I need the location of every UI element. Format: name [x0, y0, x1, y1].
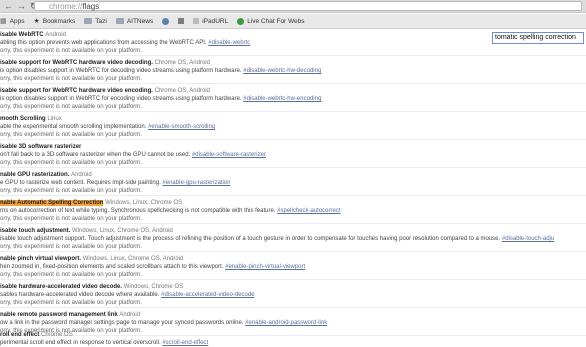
experiment-description: is option disables support in WebRTC for… — [0, 96, 322, 102]
back-arrow-icon[interactable]: ← — [4, 0, 13, 12]
experiment-title: nable pinch virtual viewport. Windows, L… — [0, 256, 184, 262]
experiment-item: isable support for WebRTC hardware video… — [0, 59, 586, 84]
experiment-link[interactable]: #scroll-end-effect — [162, 340, 208, 346]
experiment-item: nable pinch virtual viewport. Windows, L… — [0, 255, 586, 280]
experiment-unavailable: orry, this experiment is not available o… — [0, 132, 142, 138]
star-icon: ★ — [33, 18, 40, 25]
experiment-unavailable: orry, this experiment is not available o… — [0, 272, 142, 278]
experiment-link[interactable]: #enable-pinch-virtual-viewport — [225, 264, 305, 270]
url-scheme: chrome:// — [49, 2, 83, 11]
experiment-title: isable support for WebRTC hardware video… — [0, 88, 210, 94]
experiment-description: abling this option prevents web applicat… — [0, 40, 251, 46]
experiment-unavailable: orry, this experiment is not available o… — [0, 300, 142, 306]
experiment-title: nable Automatic Spelling Correction Wind… — [0, 200, 183, 206]
experiment-unavailable: orry, this experiment is not available o… — [0, 244, 142, 250]
experiment-item: isable 3D software rasterizer on't fall … — [0, 143, 586, 168]
page-icon — [178, 18, 185, 24]
experiment-unavailable: orry, this experiment is not available o… — [0, 160, 142, 166]
experiment-unavailable: orry, this experiment is not available o… — [0, 76, 142, 82]
experiment-description: isable touch adjustment support. Touch a… — [0, 236, 555, 242]
apps-icon: ▦ — [0, 18, 7, 25]
experiment-description: ow a link in the password manager settin… — [0, 320, 328, 326]
experiment-item: roll end effect Chrome OS perimental scr… — [0, 331, 586, 346]
bookmark-ipadurl[interactable]: iPadURL — [193, 18, 228, 25]
bookmark-tazi[interactable]: Tazi — [84, 18, 107, 25]
experiment-link[interactable]: #enable-smooth-scrolling — [148, 124, 215, 130]
experiment-description: on't fall back to a 3D software rasteriz… — [0, 152, 266, 158]
experiment-title: isable WebRTC Android — [0, 32, 66, 38]
bookmark-aitnews[interactable]: AITNews — [115, 18, 153, 25]
experiment-link[interactable]: #enable-gpu-rasterization — [162, 180, 230, 186]
experiment-title: isable touch adjustment. Windows, Linux,… — [0, 228, 173, 234]
experiment-link[interactable]: #disable-software-rasterizer — [192, 152, 266, 158]
bookmark-globe[interactable] — [162, 17, 170, 25]
experiment-title: nable GPU rasterization. Android — [0, 172, 92, 178]
experiment-title: isable 3D software rasterizer — [0, 144, 82, 150]
experiment-unavailable: orry, this experiment is not available o… — [0, 216, 142, 222]
globe-icon — [162, 17, 170, 25]
experiment-title: roll end effect Chrome OS — [0, 332, 73, 338]
experiment-item: isable hardware-accelerated video decode… — [0, 283, 586, 308]
experiment-link[interactable]: #disable-webrtc — [208, 40, 250, 46]
bookmark-bookmarks[interactable]: ★ Bookmarks — [33, 17, 75, 26]
experiment-unavailable: orry, this experiment is not available o… — [0, 48, 142, 54]
url-path: flags — [82, 2, 100, 11]
bookmarks-bar: ▦ Apps ★ Bookmarks Tazi AITNews iPadURL Li… — [0, 14, 586, 29]
page-icon — [193, 18, 200, 24]
bookmark-apps[interactable]: ▦ Apps — [0, 17, 24, 26]
experiment-item: mooth Scrolling Linux able the experimen… — [0, 115, 586, 140]
experiment-link[interactable]: #spellcheck-autocorrect — [277, 208, 340, 214]
experiment-link[interactable]: #enable-android-password-link — [245, 320, 327, 326]
experiment-item: nable GPU rasterization. Android e GPU t… — [0, 171, 586, 196]
experiment-item: isable WebRTC Android abling this option… — [0, 31, 586, 56]
bookmark-live-chat[interactable]: Live Chat For Webs — [237, 17, 305, 25]
experiment-title: mooth Scrolling Linux — [0, 116, 62, 122]
chat-icon — [237, 17, 245, 25]
search-match-highlight: nable Automatic Spelling Correction — [0, 200, 104, 206]
experiment-unavailable: orry, this experiment is not available o… — [0, 104, 142, 110]
experiment-link[interactable]: #disable-touch-adju — [502, 236, 554, 242]
experiment-link[interactable]: #disable-webrtc-hw-encoding — [243, 96, 321, 102]
experiment-description: able the experimental smooth scrolling i… — [0, 124, 216, 130]
experiment-link[interactable]: #disable-webrtc-hw-decoding — [243, 68, 321, 74]
experiment-title: nable remote password management link An… — [0, 312, 141, 318]
experiment-item: isable touch adjustment. Windows, Linux,… — [0, 227, 586, 252]
folder-icon — [115, 18, 124, 24]
address-bar[interactable]: chrome://flags — [34, 1, 582, 11]
experiment-item: isable support for WebRTC hardware video… — [0, 87, 586, 112]
experiment-title: isable hardware-accelerated video decode… — [0, 284, 184, 290]
experiment-item-highlighted: nable Automatic Spelling Correction Wind… — [0, 199, 586, 224]
bookmark-page[interactable] — [178, 18, 185, 24]
experiment-description: is option disables support in WebRTC for… — [0, 68, 322, 74]
experiment-description: rns on autocorrection of text while typi… — [0, 208, 341, 214]
experiment-title: isable support for WebRTC hardware video… — [0, 60, 210, 66]
folder-icon — [84, 18, 93, 24]
forward-arrow-icon[interactable]: → — [17, 0, 26, 12]
experiment-link[interactable]: #disable-accelerated-video-decode — [161, 292, 254, 298]
experiment-description: sables hardware-accelerated video decode… — [0, 292, 255, 298]
experiment-description: hen zoomed in, fixed-position elements a… — [0, 264, 306, 270]
experiment-description: e GPU to rasterize web content. Requires… — [0, 180, 231, 186]
flags-list: isable WebRTC Android abling this option… — [0, 31, 586, 346]
experiment-unavailable: orry, this experiment is not available o… — [0, 188, 142, 194]
